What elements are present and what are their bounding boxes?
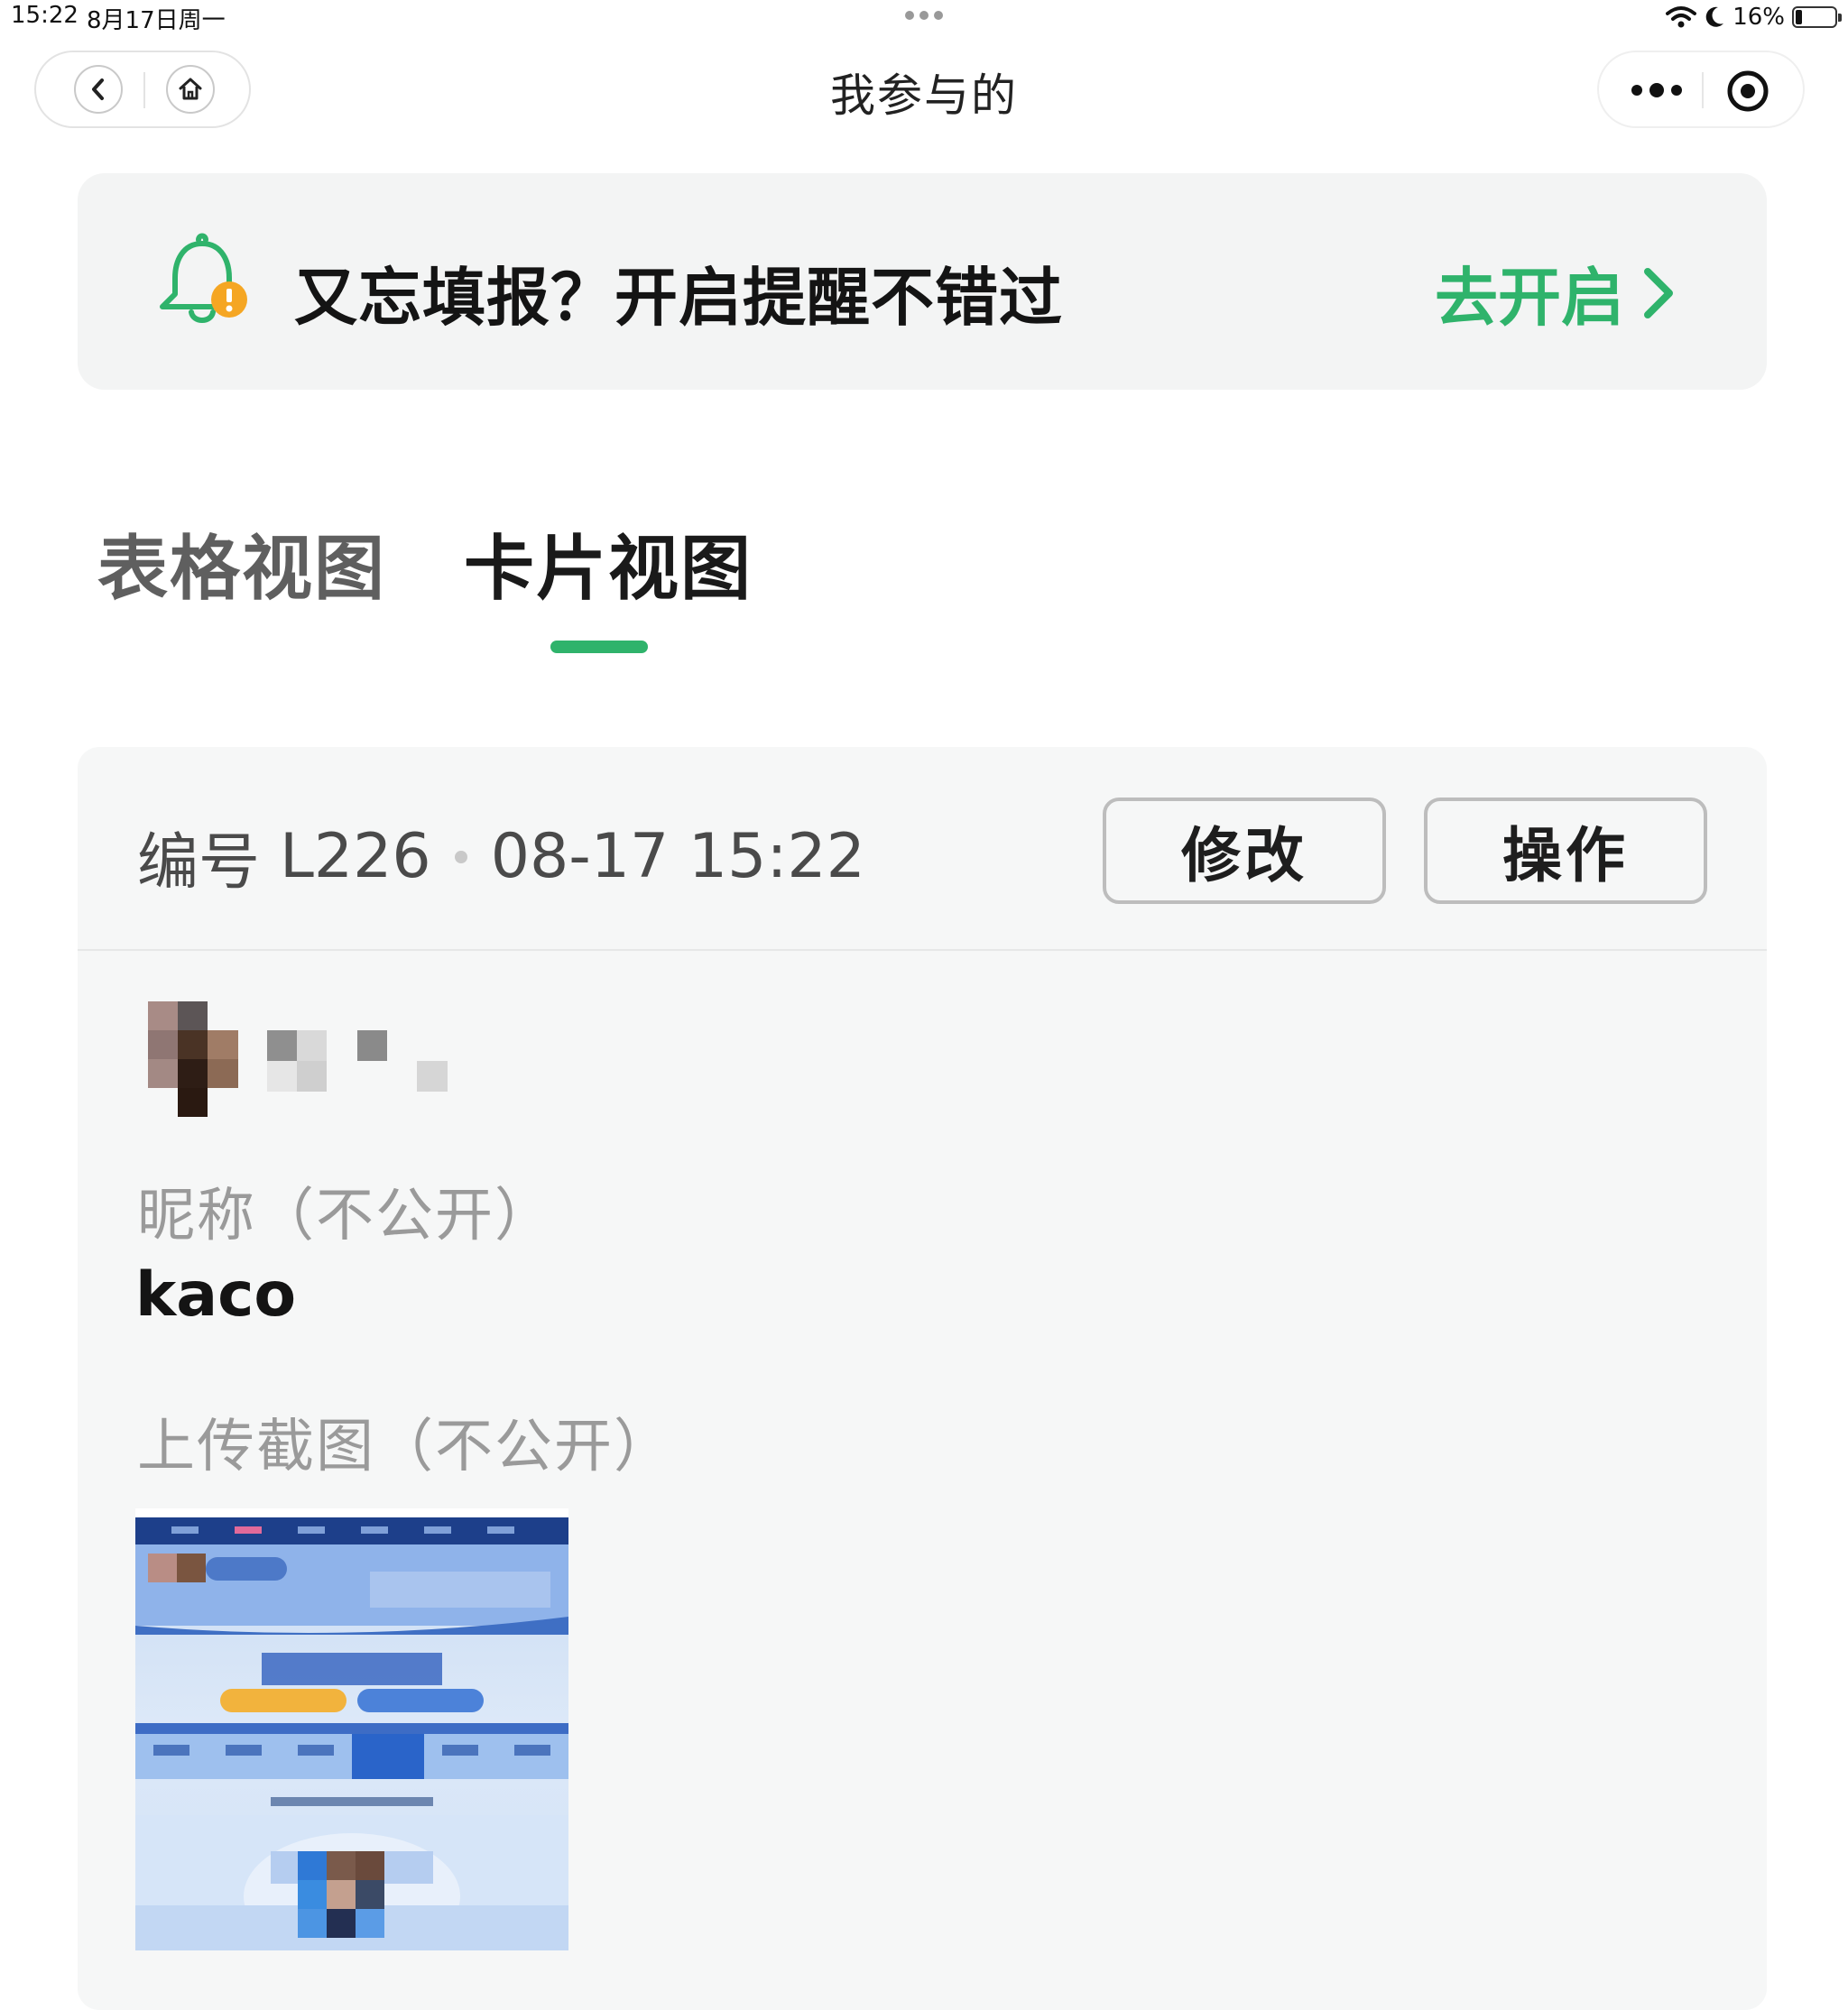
capsule-divider [1702,72,1704,108]
status-bar: 15:22 8月17日周一 16% [0,0,1848,36]
moon-icon [1705,6,1724,27]
enable-reminder-link[interactable]: 去开启 [1435,247,1677,338]
battery-icon [1792,6,1842,28]
reminder-text: 又忘填报？开启提醒不错过 [294,261,1063,335]
status-date: 8月17日周一 [87,7,226,34]
active-tab-indicator [550,641,648,653]
record-meta: 编号 L226 08-17 15:22 [137,812,865,901]
masked-username [267,1030,448,1092]
multitasking-dots-icon[interactable] [902,5,946,25]
tab-card-view[interactable]: 卡片视图 [464,512,753,613]
chevron-right-icon [1644,267,1673,318]
more-dots-icon [1631,83,1682,97]
avatar [148,1001,238,1117]
nickname-value: kaco [135,1259,297,1331]
reminder-banner[interactable]: 又忘填报？开启提醒不错过 去开启 [78,173,1767,390]
record-id-label: 编号 [137,827,261,899]
card-header: 编号 L226 08-17 15:22 修改 操作 [78,747,1767,951]
more-button[interactable] [1621,67,1693,114]
uploaded-screenshot-thumbnail[interactable] [135,1508,568,1950]
operations-button[interactable]: 操作 [1424,798,1707,904]
nickname-label: 昵称（不公开） [137,1183,554,1249]
battery-level [1796,10,1802,24]
tab-table-view[interactable]: 表格视图 [97,512,386,613]
close-mini-program-button[interactable] [1723,67,1772,115]
page-title: 我参与的 [830,69,1018,122]
record-timestamp: 08-17 15:22 [490,821,865,892]
record-card: 编号 L226 08-17 15:22 修改 操作 昵称（不公开） kaco 上… [78,747,1767,2010]
upload-screenshot-label: 上传截图（不公开） [137,1414,673,1480]
battery-percent: 16% [1732,4,1785,31]
target-circle-icon [1727,70,1769,112]
enable-reminder-label: 去开启 [1435,261,1624,335]
status-time: 15:22 [11,2,79,29]
mini-program-capsule [1597,51,1805,128]
wifi-icon [1666,6,1697,28]
bell-alert-icon [160,233,247,323]
record-id: L226 [280,821,431,892]
edit-button[interactable]: 修改 [1103,798,1386,904]
meta-separator-dot [454,850,467,863]
